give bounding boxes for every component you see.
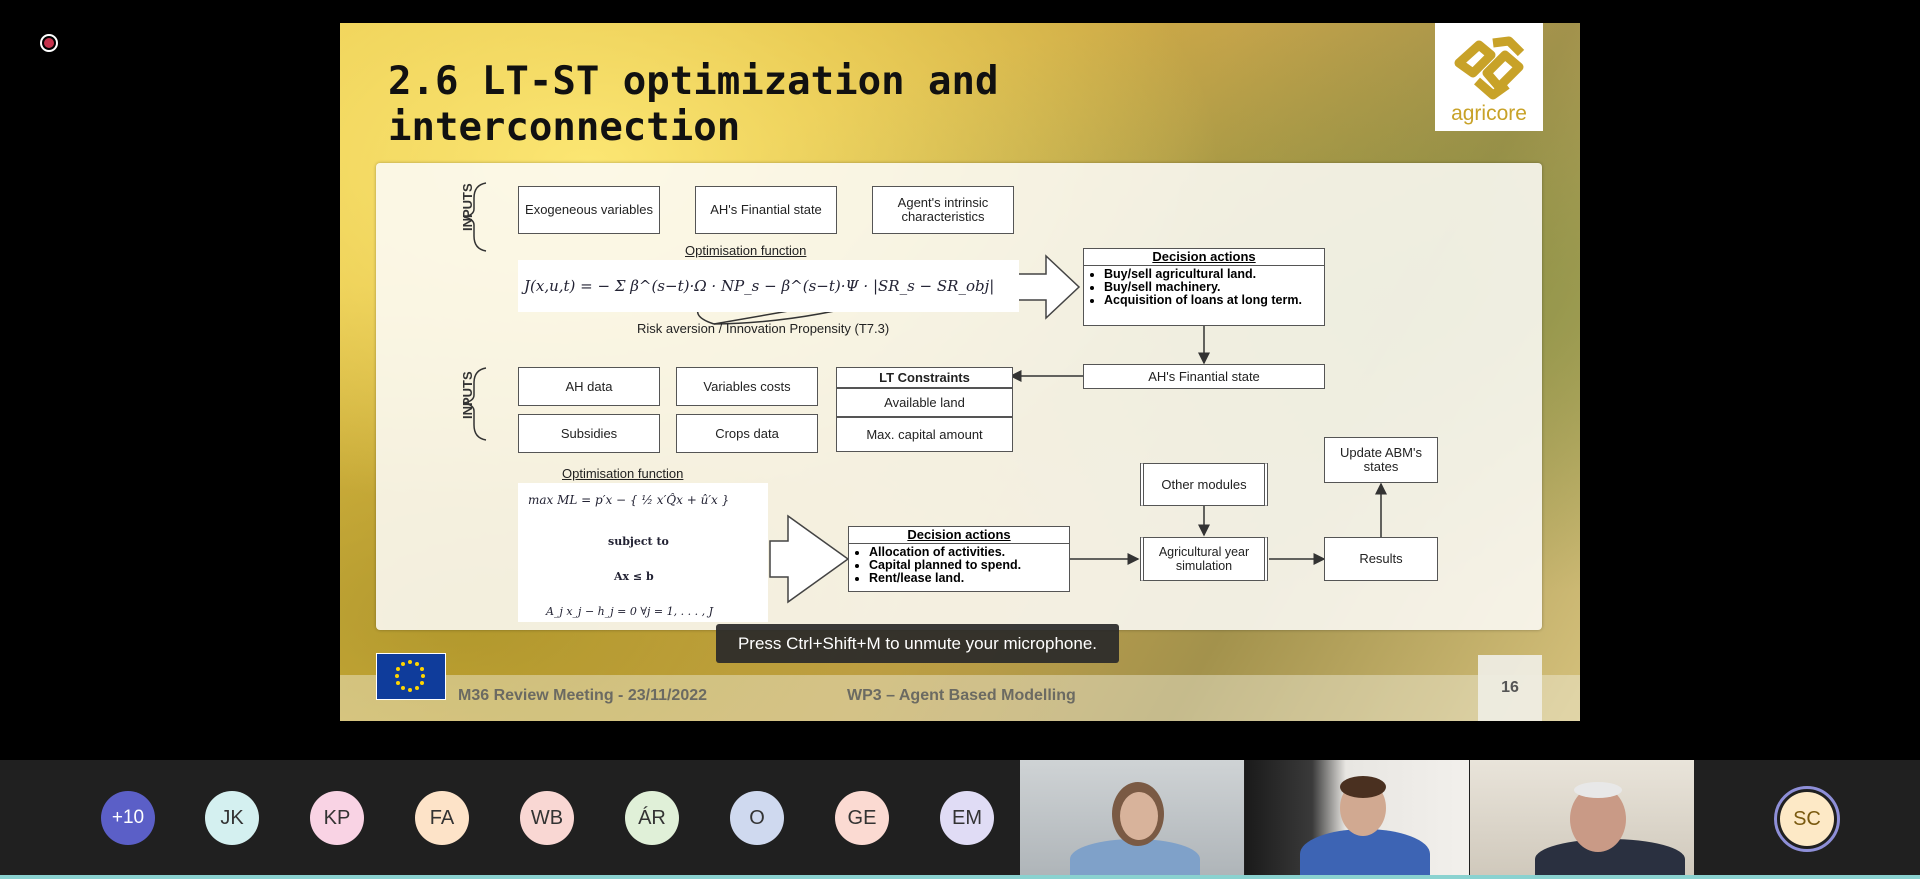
participant-avatar[interactable]: KP	[310, 791, 364, 845]
st-eq-constraint: Ax ≤ b	[614, 570, 654, 583]
input-ah-data: AH data	[518, 367, 660, 406]
more-participants-button[interactable]: +10	[101, 791, 155, 845]
constraint-max-capital: Max. capital amount	[836, 417, 1013, 452]
lt-decision-actions: Decision actions Buy/sell agricultural l…	[1083, 248, 1325, 326]
strip-accent-line	[0, 875, 1920, 879]
agricore-logo-icon	[1454, 36, 1525, 100]
diagram-panel: INPUTS INPUTS Exogeneous variables AH's …	[376, 163, 1542, 630]
st-decision-item: Rent/lease land.	[869, 572, 1069, 585]
slide-page-number: 16	[1478, 655, 1542, 721]
participant-avatar[interactable]: WB	[520, 791, 574, 845]
active-speaker-initials: SC	[1780, 792, 1834, 846]
unmute-toast: Press Ctrl+Shift+M to unmute your microp…	[716, 624, 1119, 663]
input-subsidies: Subsidies	[518, 414, 660, 453]
participant-video[interactable]	[1470, 760, 1694, 879]
other-modules-box: Other modules	[1140, 463, 1268, 506]
shared-slide: 2.6 LT-ST optimization and interconnecti…	[340, 23, 1580, 721]
active-speaker-avatar[interactable]: SC	[1774, 786, 1840, 852]
lt-equation: J(x,u,t) = − Σ β^(s−t)·Ω · NP_s − β^(s−t…	[518, 260, 1019, 312]
results-box: Results	[1324, 537, 1438, 581]
inputs-label-top: INPUTS	[460, 183, 475, 231]
update-states-box: Update ABM's states	[1324, 437, 1438, 483]
st-eq-last: A_j x_j − h_j = 0 ∀j = 1, . . . , J	[546, 605, 714, 618]
footer-workpackage: WP3 – Agent Based Modelling	[847, 687, 1076, 704]
participant-avatar[interactable]: O	[730, 791, 784, 845]
inputs-label-bottom: INPUTS	[460, 371, 475, 419]
lt-decision-item: Acquisition of loans at long term.	[1104, 294, 1324, 307]
input-crops-data: Crops data	[676, 414, 818, 453]
input-exogeneous-variables: Exogeneous variables	[518, 186, 660, 234]
input-variables-costs: Variables costs	[676, 367, 818, 406]
agricore-logo: agricore	[1435, 23, 1543, 131]
input-finantial-state: AH's Finantial state	[695, 186, 837, 234]
participant-avatar[interactable]: GE	[835, 791, 889, 845]
risk-aversion-label: Risk aversion / Innovation Propensity (T…	[637, 321, 890, 336]
st-eq-subject: subject to	[608, 535, 669, 548]
slide-title: 2.6 LT-ST optimization and interconnecti…	[388, 59, 999, 150]
constraint-available-land: Available land	[836, 388, 1013, 417]
st-eq-objective: max ML = p′x − { ½ x′Q̂x + û′x }	[528, 493, 730, 507]
participant-avatar[interactable]: ÁR	[625, 791, 679, 845]
participant-video[interactable]	[1020, 760, 1244, 879]
lt-decision-title: Decision actions	[1084, 249, 1324, 266]
input-intrinsic-characteristics: Agent's intrinsic characteristics	[872, 186, 1014, 234]
st-equation: max ML = p′x − { ½ x′Q̂x + û′x } subject…	[518, 483, 768, 622]
ah-finantial-state-box: AH's Finantial state	[1083, 364, 1325, 389]
participant-avatar[interactable]: EM	[940, 791, 994, 845]
recording-icon	[40, 34, 58, 52]
lt-optimisation-label: Optimisation function	[685, 243, 807, 258]
lt-constraints-title: LT Constraints	[836, 367, 1013, 388]
footer-meeting: M36 Review Meeting - 23/11/2022	[458, 687, 708, 704]
logo-wordmark: agricore	[1451, 102, 1527, 125]
st-decision-title: Decision actions	[849, 527, 1069, 544]
st-decision-actions: Decision actions Allocation of activitie…	[848, 526, 1070, 592]
participant-avatar[interactable]: FA	[415, 791, 469, 845]
st-optimisation-label: Optimisation function	[562, 466, 684, 481]
participant-video[interactable]	[1245, 760, 1469, 879]
agricultural-simulation-box: Agricultural year simulation	[1140, 537, 1268, 581]
participant-avatar[interactable]: JK	[205, 791, 259, 845]
eu-flag-icon	[376, 653, 446, 700]
